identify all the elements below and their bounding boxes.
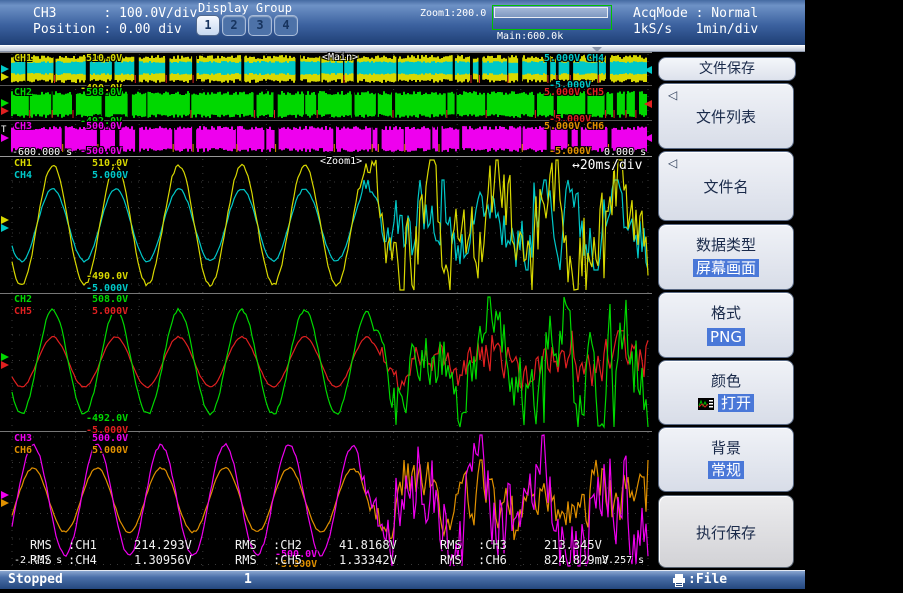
- waveform-canvas: T: [0, 52, 652, 571]
- button-label: 颜色: [659, 370, 793, 391]
- sidebar-button-data-type[interactable]: 数据类型 屏幕画面: [658, 224, 794, 290]
- zoom-window-bar: [494, 7, 608, 18]
- channel-readout-line2: Position : 0.00 div: [33, 22, 182, 37]
- channel-readout-line1: CH3 : 100.0V/div: [33, 6, 197, 21]
- file-key-hint: :File: [688, 571, 727, 589]
- display-group-button-1[interactable]: 1: [196, 15, 220, 36]
- selected-value: 屏幕画面: [693, 259, 759, 277]
- sidebar-menu: 文件保存 ◁ 文件列表 ◁ 文件名 数据类型 屏幕画面 格式 PNG 颜色: [652, 52, 805, 571]
- acq-mode-line2: 1kS/s 1min/div: [633, 22, 758, 37]
- acq-mode-readout: AcqMode : Normal 1kS/s 1min/div: [633, 6, 758, 38]
- button-label: 背景: [659, 437, 793, 458]
- button-value: PNG: [659, 328, 793, 346]
- status-bar: Stopped 1 :File: [0, 570, 805, 589]
- group-number: 1: [244, 571, 252, 589]
- sidebar-header-file-save: 文件保存: [658, 57, 796, 81]
- sidebar-button-execute-save[interactable]: 执行保存: [658, 495, 794, 568]
- selected-value: PNG: [707, 328, 745, 346]
- selected-value: 常规: [708, 461, 744, 479]
- button-label: 文件名: [659, 176, 793, 197]
- color-waveform-icon: [698, 398, 714, 410]
- button-value: 常规: [659, 459, 793, 480]
- button-label: 数据类型: [659, 234, 793, 255]
- sidebar-button-file-list[interactable]: ◁ 文件列表: [658, 83, 794, 149]
- button-label: 执行保存: [659, 522, 793, 543]
- device-screen: CH3 : 100.0V/div Position : 0.00 div Dis…: [0, 0, 805, 593]
- display-group-label: Display Group: [190, 1, 300, 15]
- sidebar-button-color[interactable]: 颜色 打开: [658, 360, 794, 425]
- acq-mode-line1: AcqMode : Normal: [633, 6, 758, 21]
- selected-value: 打开: [718, 394, 754, 412]
- display-group-button-2[interactable]: 2: [222, 15, 246, 36]
- acquisition-state: Stopped: [8, 571, 63, 589]
- sidebar-button-file-name[interactable]: ◁ 文件名: [658, 151, 794, 221]
- main-length-label: Main:600.0k: [497, 31, 563, 42]
- button-label: 格式: [659, 302, 793, 323]
- top-bar: CH3 : 100.0V/div Position : 0.00 div Dis…: [0, 0, 805, 45]
- topbar-separator: [0, 45, 805, 52]
- sidebar-button-background[interactable]: 背景 常规: [658, 427, 794, 492]
- display-group-buttons: 1 2 3 4: [196, 15, 298, 36]
- waveform-area: T CH1 510.0V -490.0V <Main> 5.000V CH4 -…: [0, 52, 652, 571]
- channel-readout: CH3 : 100.0V/div Position : 0.00 div: [33, 6, 197, 38]
- button-value: 打开: [659, 392, 793, 413]
- triangle-left-icon: ◁: [668, 88, 677, 102]
- zoom-position-indicator: [492, 5, 612, 30]
- printer-icon: [672, 574, 686, 587]
- sidebar-button-format[interactable]: 格式 PNG: [658, 292, 794, 358]
- display-group-button-3[interactable]: 3: [248, 15, 272, 36]
- triangle-left-icon: ◁: [668, 156, 677, 170]
- display-group-button-4[interactable]: 4: [274, 15, 298, 36]
- svg-text:T: T: [1, 125, 7, 135]
- button-label: 文件列表: [659, 106, 793, 127]
- button-value: 屏幕画面: [659, 257, 793, 278]
- zoom-ratio-label: Zoom1:200.0: [420, 8, 486, 19]
